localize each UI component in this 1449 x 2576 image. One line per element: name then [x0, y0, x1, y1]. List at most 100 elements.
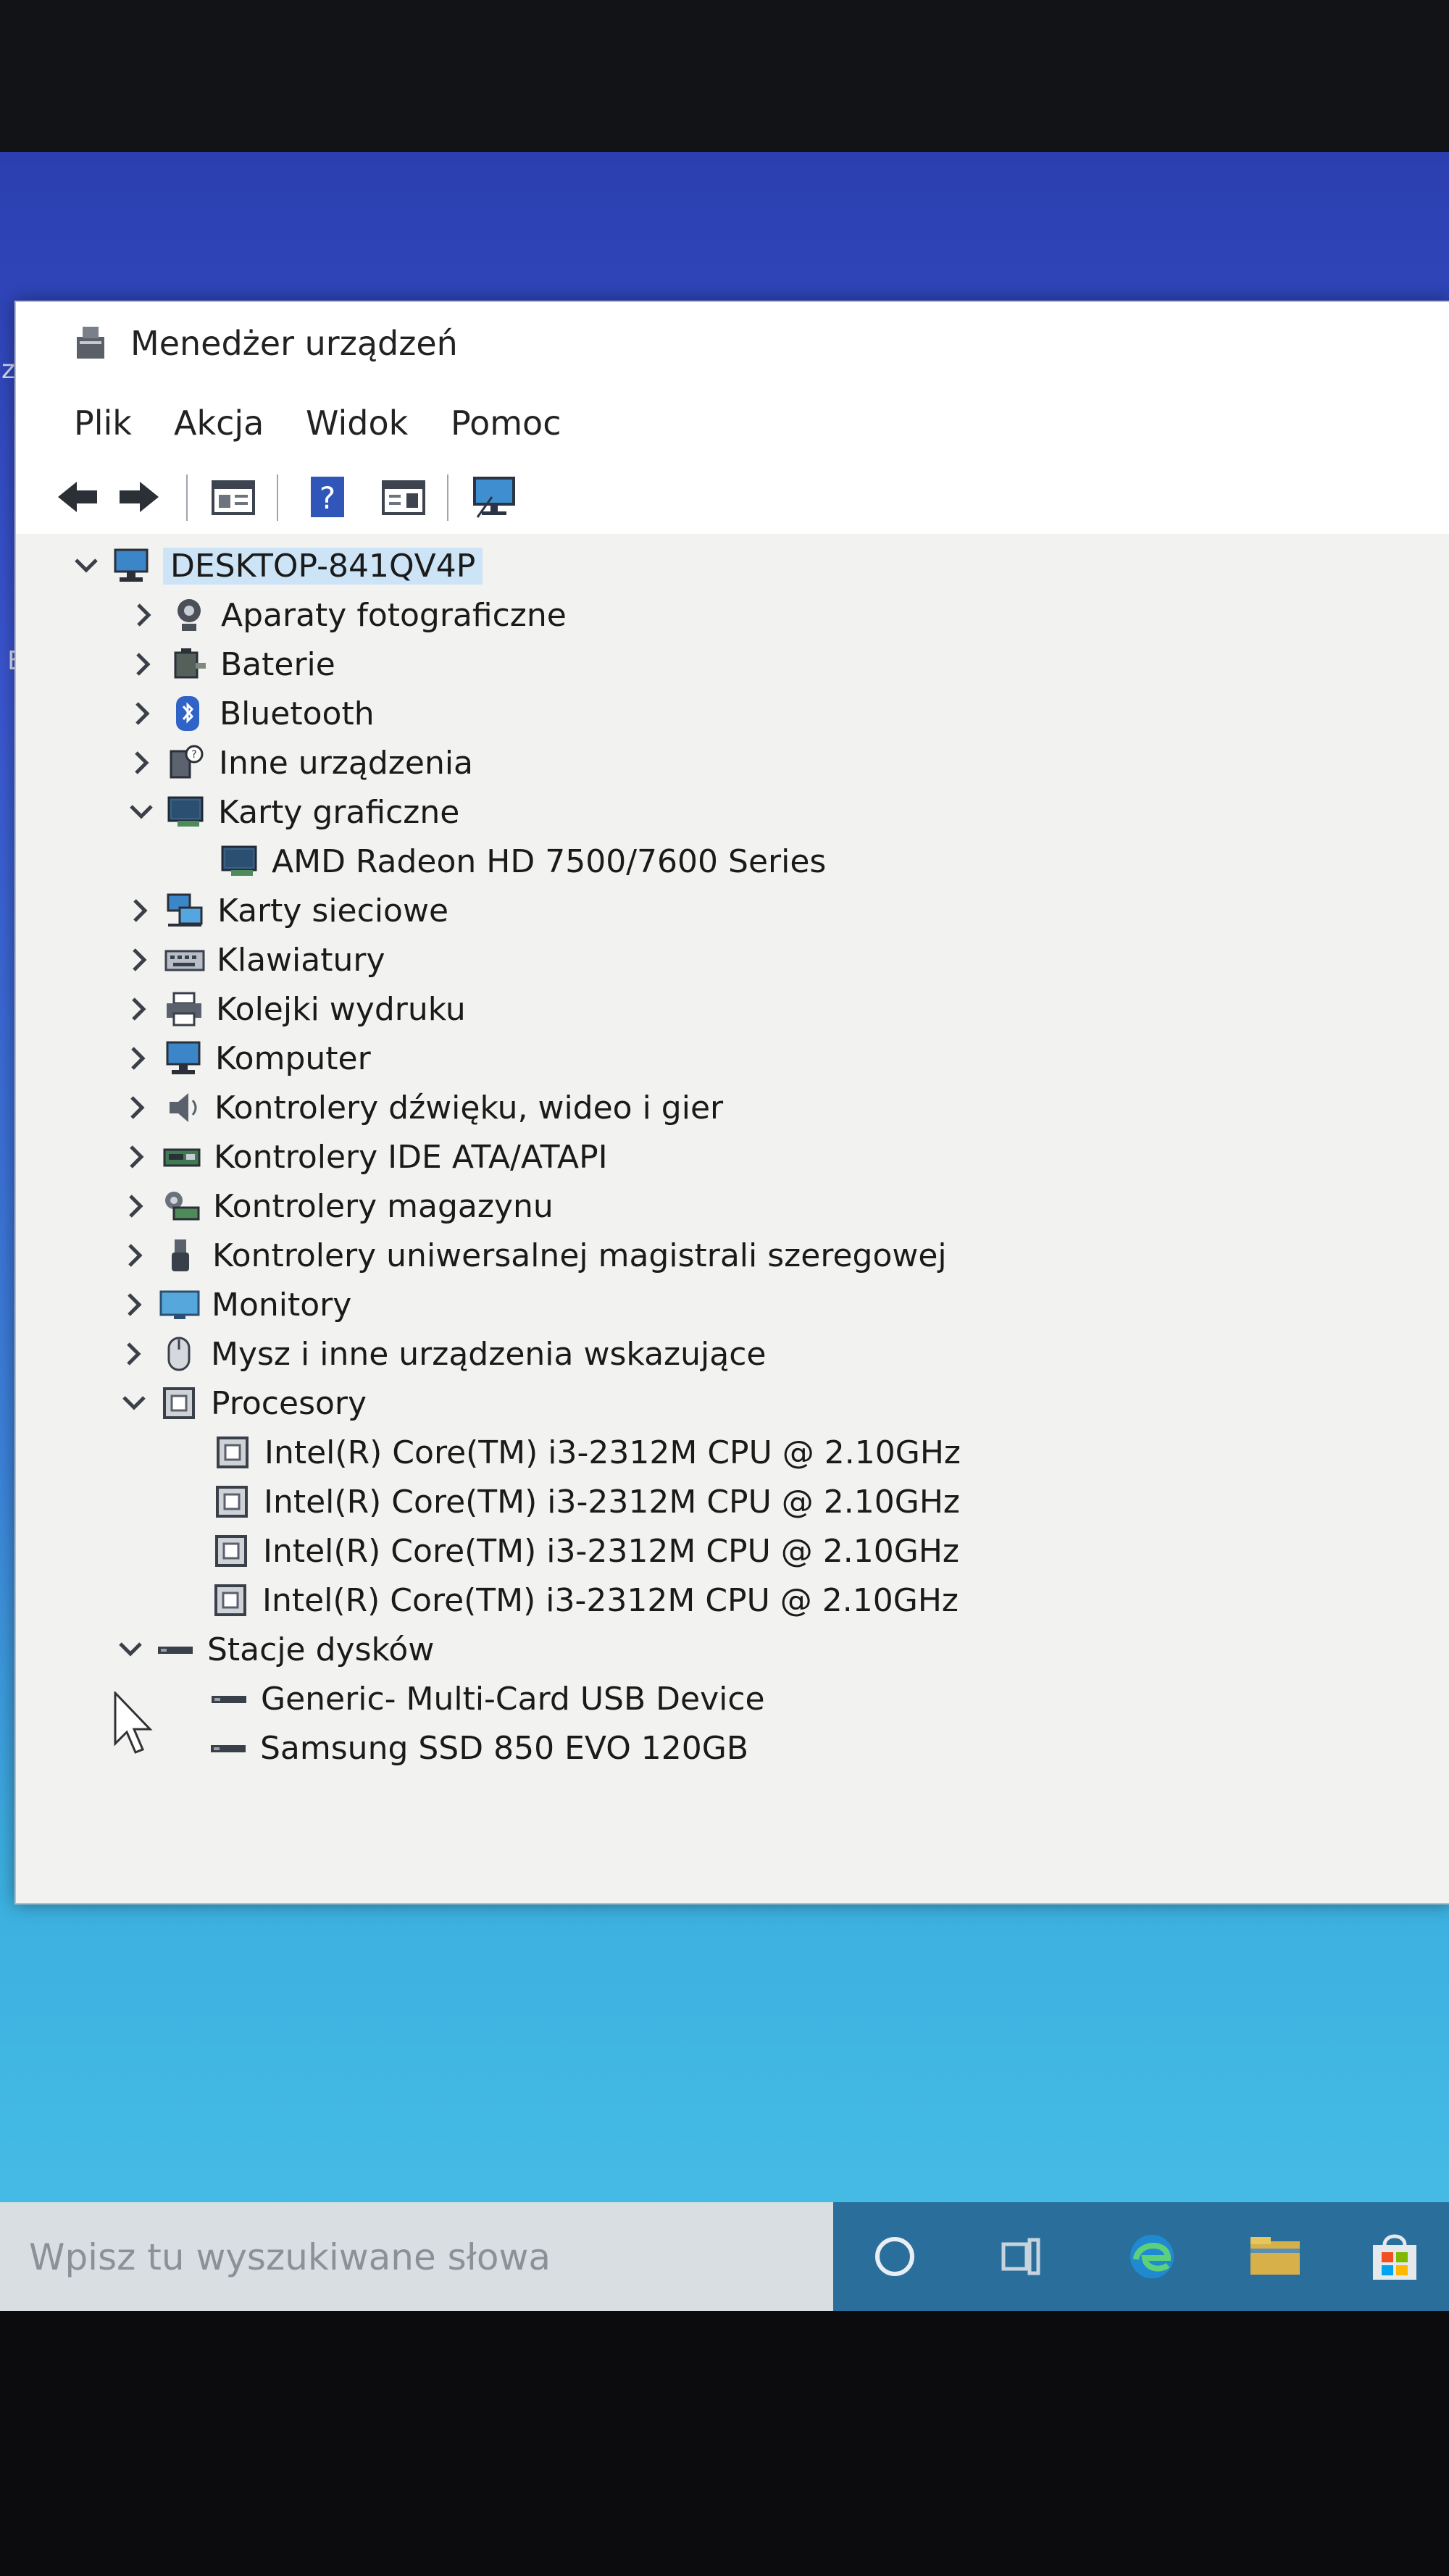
tree-item-label: Intel(R) Core(TM) i3-2312M CPU @ 2.10GHz	[264, 1434, 961, 1471]
usb-icon	[159, 1237, 202, 1274]
expand-chevron-icon[interactable]	[128, 648, 159, 680]
tree-item-label: Mysz i inne urządzenia wskazujące	[211, 1335, 767, 1373]
tree-device-item[interactable]: Intel(R) Core(TM) i3-2312M CPU @ 2.10GHz	[172, 1429, 961, 1476]
tree-category-item[interactable]: Stacje dysków	[114, 1626, 434, 1673]
scan-hardware-button[interactable]	[469, 472, 519, 522]
tree-item-label: DESKTOP-841QV4P	[163, 547, 483, 585]
tree-category-item[interactable]: Komputer	[122, 1035, 371, 1082]
collapse-chevron-icon[interactable]	[125, 796, 157, 828]
tree-category-item[interactable]: Kolejki wydruku	[123, 986, 466, 1032]
tree-item-label: Inne urządzenia	[219, 744, 474, 782]
edge-browser-button[interactable]	[1119, 2224, 1185, 2289]
tree-device-item[interactable]: Intel(R) Core(TM) i3-2312M CPU @ 2.10GHz	[170, 1528, 959, 1574]
device-tree: DESKTOP-841QV4P Aparaty fotograficzne Bate…	[16, 534, 1449, 1903]
expand-chevron-icon[interactable]	[120, 1239, 151, 1271]
tree-category-item[interactable]: Baterie	[128, 641, 335, 687]
expand-chevron-icon[interactable]	[122, 1042, 154, 1074]
collapse-chevron-icon[interactable]	[114, 1634, 146, 1665]
expand-chevron-icon[interactable]	[119, 1289, 151, 1321]
tree-item-label: Intel(R) Core(TM) i3-2312M CPU @ 2.10GHz	[263, 1532, 959, 1570]
help-button[interactable]: ?	[302, 472, 353, 522]
cortana-button[interactable]	[862, 2224, 927, 2289]
tree-category-item[interactable]: Procesory	[118, 1380, 367, 1426]
tree-category-item[interactable]: Kontrolery uniwersalnej magistrali szere…	[120, 1232, 947, 1279]
collapse-chevron-icon[interactable]	[70, 550, 102, 582]
window-title: Menedżer urządzeń	[130, 324, 458, 363]
expand-chevron-icon[interactable]	[126, 747, 158, 779]
tree-category-item[interactable]: Klawiatury	[124, 937, 385, 983]
expand-chevron-icon[interactable]	[118, 1338, 150, 1370]
edge-browser-icon	[1130, 2235, 1174, 2278]
file-explorer-button[interactable]	[1243, 2224, 1308, 2289]
menu-bar: Plik Akcja Widok Pomoc	[16, 382, 1449, 461]
tree-device-item[interactable]: Intel(R) Core(TM) i3-2312M CPU @ 2.10GHz	[171, 1479, 960, 1525]
tree-category-item[interactable]: Mysz i inne urządzenia wskazujące	[118, 1331, 766, 1377]
device-manager-window: Menedżer urządzeń Plik Akcja Widok Pomoc…	[14, 301, 1449, 1904]
help-icon: ?	[311, 477, 344, 517]
tree-item-label: Kontrolery uniwersalnej magistrali szere…	[212, 1237, 947, 1274]
ide-controller-icon	[160, 1138, 204, 1176]
toolbar-separator	[277, 474, 278, 521]
view-pane-icon	[382, 480, 425, 515]
computer-icon	[162, 1040, 205, 1077]
tree-device-item[interactable]: Generic- Multi-Card USB Device	[168, 1676, 765, 1722]
disk-drive-icon	[154, 1631, 197, 1668]
expand-chevron-icon[interactable]	[122, 1092, 154, 1124]
tree-category-item[interactable]: Bluetooth	[127, 690, 375, 737]
title-bar[interactable]: Menedżer urządzeń	[16, 302, 1449, 382]
taskbar-search-input[interactable]	[0, 2202, 827, 2312]
expand-chevron-icon[interactable]	[127, 698, 159, 729]
device-manager-app-icon	[77, 327, 104, 359]
tree-item-label: Baterie	[220, 645, 335, 683]
taskbar	[0, 2202, 1449, 2312]
computer-icon	[109, 547, 153, 585]
menu-plik[interactable]: Plik	[74, 403, 132, 443]
properties-button[interactable]	[208, 472, 259, 522]
menu-akcja[interactable]: Akcja	[174, 403, 264, 443]
taskbar-search-box[interactable]	[0, 2202, 833, 2312]
cortana-circle-icon	[875, 2237, 914, 2276]
toolbar-separator	[186, 474, 188, 521]
mouse-cursor-icon	[114, 1691, 153, 1754]
tree-category-item[interactable]: Kontrolery IDE ATA/ATAPI	[121, 1134, 608, 1180]
tree-category-item[interactable]: Kontrolery dźwięku, wideo i gier	[122, 1084, 723, 1131]
expand-chevron-icon[interactable]	[124, 944, 156, 976]
tree-category-item[interactable]: Kontrolery magazynu	[120, 1183, 554, 1229]
tree-item-label: Bluetooth	[220, 695, 375, 732]
expand-chevron-icon[interactable]	[128, 599, 160, 631]
expand-chevron-icon[interactable]	[125, 895, 156, 927]
back-arrow-icon	[58, 482, 97, 512]
display-adapter-icon	[218, 842, 262, 880]
tree-root-computer[interactable]: DESKTOP-841QV4P	[70, 543, 483, 589]
toolbar-separator	[447, 474, 448, 521]
tree-category-item[interactable]: ? Inne urządzenia	[126, 740, 473, 786]
folder-icon	[1250, 2237, 1300, 2275]
processor-icon	[209, 1532, 253, 1570]
storage-controller-icon	[159, 1187, 203, 1225]
expand-chevron-icon[interactable]	[121, 1141, 153, 1173]
tree-device-item[interactable]: Intel(R) Core(TM) i3-2312M CPU @ 2.10GHz	[170, 1577, 959, 1623]
tree-category-item[interactable]: Aparaty fotograficzne	[128, 592, 567, 638]
tree-item-label: Kolejki wydruku	[216, 990, 466, 1028]
menu-widok[interactable]: Widok	[306, 403, 408, 443]
tree-item-label: Stacje dysków	[207, 1631, 435, 1668]
tree-item-label: Samsung SSD 850 EVO 120GB	[260, 1729, 749, 1767]
expand-chevron-icon[interactable]	[120, 1190, 152, 1222]
expand-chevron-icon[interactable]	[123, 993, 155, 1025]
forward-button[interactable]	[114, 472, 164, 522]
tree-item-label: Komputer	[215, 1040, 371, 1077]
photo-bezel-area	[0, 2311, 1449, 2576]
task-view-button[interactable]	[989, 2224, 1054, 2289]
tree-device-item[interactable]: AMD Radeon HD 7500/7600 Series	[179, 838, 826, 885]
view-button[interactable]	[378, 472, 429, 522]
tree-category-item[interactable]: Monitory	[119, 1281, 351, 1328]
collapse-chevron-icon[interactable]	[118, 1387, 150, 1419]
tree-item-label: Karty graficzne	[218, 793, 460, 831]
tree-category-item[interactable]: Karty graficzne	[125, 789, 459, 835]
network-adapter-icon	[164, 892, 207, 929]
store-button[interactable]	[1362, 2224, 1427, 2289]
tree-device-item[interactable]: Samsung SSD 850 EVO 120GB	[167, 1725, 748, 1771]
menu-pomoc[interactable]: Pomoc	[451, 403, 561, 443]
back-button[interactable]	[52, 472, 103, 522]
tree-category-item[interactable]: Karty sieciowe	[125, 887, 448, 934]
